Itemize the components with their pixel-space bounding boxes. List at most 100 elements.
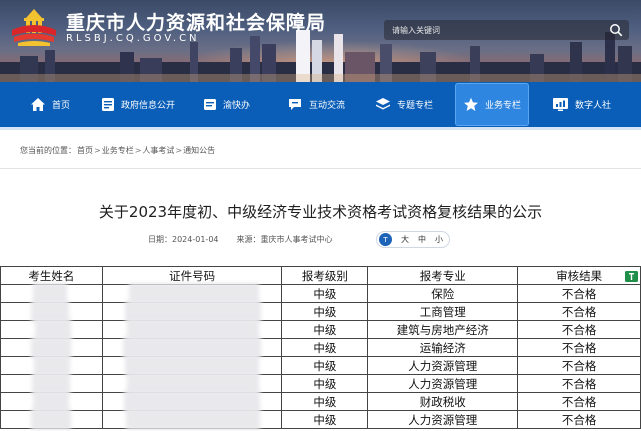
date-value: 2024-01-04 — [172, 235, 219, 244]
major-cell: 财政税收 — [367, 392, 519, 411]
layers-icon — [376, 98, 390, 110]
nav-item-label: 业务专栏 — [485, 101, 522, 111]
name-cell-redacted — [0, 409, 103, 430]
major-cell: 人力资源管理 — [367, 410, 519, 429]
result-cell: 不合格 — [517, 338, 641, 357]
nav-item-home[interactable]: 首页 — [30, 82, 70, 127]
id-cell-redacted — [101, 337, 283, 358]
nav-item-label: 数字人社 — [575, 101, 612, 111]
font-size-large[interactable]: 大 — [401, 234, 409, 245]
id-cell-redacted — [101, 409, 283, 430]
nav-item-interaction[interactable]: 互动交流 — [287, 82, 345, 127]
table-row: 中级 运输经济 不合格 — [0, 337, 641, 358]
name-cell-redacted — [0, 319, 103, 340]
date-label: 日期： — [148, 235, 172, 244]
result-cell: 不合格 — [517, 284, 641, 303]
header-result: 审核结果 — [517, 266, 641, 285]
home-icon — [31, 98, 45, 111]
header-id-number: 证件号码 — [101, 266, 283, 285]
site-domain: RLSBJ.CQ.GOV.CN — [66, 33, 200, 44]
level-cell: 中级 — [281, 410, 369, 429]
nav-item-yukuaiban[interactable]: 渝快办 — [203, 82, 250, 127]
font-size-switch: T 大 中 小 — [376, 231, 450, 248]
chart-icon — [553, 98, 568, 111]
table-row: 中级 保险 不合格 — [0, 283, 641, 304]
site-title[interactable]: 重庆市人力资源和社会保障局 — [66, 8, 326, 35]
table-row: 中级 人力资源管理 不合格 — [0, 409, 641, 430]
breadcrumb: 您当前的位置：首页>业务专栏>人事考试>通知公告 — [20, 145, 216, 156]
major-cell: 建筑与房地产经济 — [367, 320, 519, 339]
major-cell: 人力资源管理 — [367, 374, 519, 393]
level-cell: 中级 — [281, 284, 369, 303]
nav-item-label: 渝快办 — [223, 101, 251, 111]
major-cell: 人力资源管理 — [367, 356, 519, 375]
name-cell-redacted — [0, 391, 103, 412]
breadcrumb-separator: > — [134, 146, 142, 155]
level-cell: 中级 — [281, 356, 369, 375]
name-cell-redacted — [0, 301, 103, 322]
breadcrumb-separator: > — [175, 146, 183, 155]
article-meta: 日期： 2024-01-04 来源： 重庆市人事考试中心 — [148, 234, 333, 245]
level-cell: 中级 — [281, 338, 369, 357]
table-row: 中级 建筑与房地产经济 不合格 — [0, 319, 641, 340]
result-table-wrapper: 考生姓名 证件号码 报考级别 报考专业 审核结果 中级 保险 不合格 中级 工商… — [0, 266, 641, 431]
font-size-small[interactable]: 小 — [435, 234, 443, 245]
result-cell: 不合格 — [517, 374, 641, 393]
header-result-label: 审核结果 — [556, 268, 603, 283]
nav-item-label: 专题专栏 — [397, 101, 434, 111]
nav-item-label: 互动交流 — [309, 101, 346, 111]
breadcrumb-link-exam[interactable]: 人事考试 — [142, 146, 174, 155]
search-input[interactable] — [392, 20, 592, 40]
nav-item-digital[interactable]: 数字人社 — [552, 82, 611, 127]
header-major: 报考专业 — [367, 266, 519, 285]
main-nav: 首页 政府信息公开 渝快办 互动交流 专题专栏 业务专栏 数字人社 — [0, 82, 641, 127]
breadcrumb-link-notices[interactable]: 通知公告 — [183, 146, 215, 155]
result-cell: 不合格 — [517, 356, 641, 375]
nav-item-business[interactable]: 业务专栏 — [455, 83, 530, 126]
id-cell-redacted — [101, 283, 283, 304]
excel-export-icon[interactable] — [625, 271, 638, 282]
table-row: 中级 人力资源管理 不合格 — [0, 373, 641, 394]
table-row: 中级 工商管理 不合格 — [0, 301, 641, 322]
government-info-icon — [102, 98, 114, 111]
level-cell: 中级 — [281, 392, 369, 411]
font-size-medium[interactable]: 中 — [418, 234, 426, 245]
id-cell-redacted — [101, 391, 283, 412]
level-cell: 中级 — [281, 302, 369, 321]
id-cell-redacted — [101, 301, 283, 322]
nav-item-label: 首页 — [52, 101, 71, 111]
level-cell: 中级 — [281, 320, 369, 339]
star-icon — [464, 97, 478, 111]
nav-item-government-info[interactable]: 政府信息公开 — [101, 82, 175, 127]
table-row: 中级 人力资源管理 不合格 — [0, 355, 641, 376]
result-cell: 不合格 — [517, 320, 641, 339]
site-logo-icon[interactable] — [8, 6, 60, 48]
service-icon — [204, 99, 216, 110]
header-banner: 重庆市人力资源和社会保障局 RLSBJ.CQ.GOV.CN — [0, 0, 641, 82]
source-value: 重庆市人事考试中心 — [260, 235, 333, 244]
result-cell: 不合格 — [517, 302, 641, 321]
major-cell: 保险 — [367, 284, 519, 303]
search-icon[interactable] — [609, 23, 623, 37]
id-cell-redacted — [101, 319, 283, 340]
id-cell-redacted — [101, 373, 283, 394]
font-size-icon: T — [379, 233, 392, 246]
result-table: 考生姓名 证件号码 报考级别 报考专业 审核结果 中级 保险 不合格 中级 工商… — [0, 266, 641, 430]
nav-item-special-topics[interactable]: 专题专栏 — [375, 82, 433, 127]
breadcrumb-link-home[interactable]: 首页 — [77, 146, 93, 155]
breadcrumb-separator: > — [94, 146, 101, 155]
name-cell-redacted — [0, 283, 103, 304]
result-cell: 不合格 — [517, 392, 641, 411]
name-cell-redacted — [0, 373, 103, 394]
search-box — [384, 20, 629, 40]
nav-item-label: 政府信息公开 — [121, 101, 176, 111]
table-header-row: 考生姓名 证件号码 报考级别 报考专业 审核结果 — [0, 266, 641, 285]
name-cell-redacted — [0, 355, 103, 376]
name-cell-redacted — [0, 337, 103, 358]
header-level: 报考级别 — [281, 266, 369, 285]
source-label: 来源： — [236, 235, 261, 244]
breadcrumb-link-business[interactable]: 业务专栏 — [102, 146, 134, 155]
level-cell: 中级 — [281, 374, 369, 393]
header-name: 考生姓名 — [0, 266, 103, 285]
breadcrumb-divider — [0, 168, 641, 169]
